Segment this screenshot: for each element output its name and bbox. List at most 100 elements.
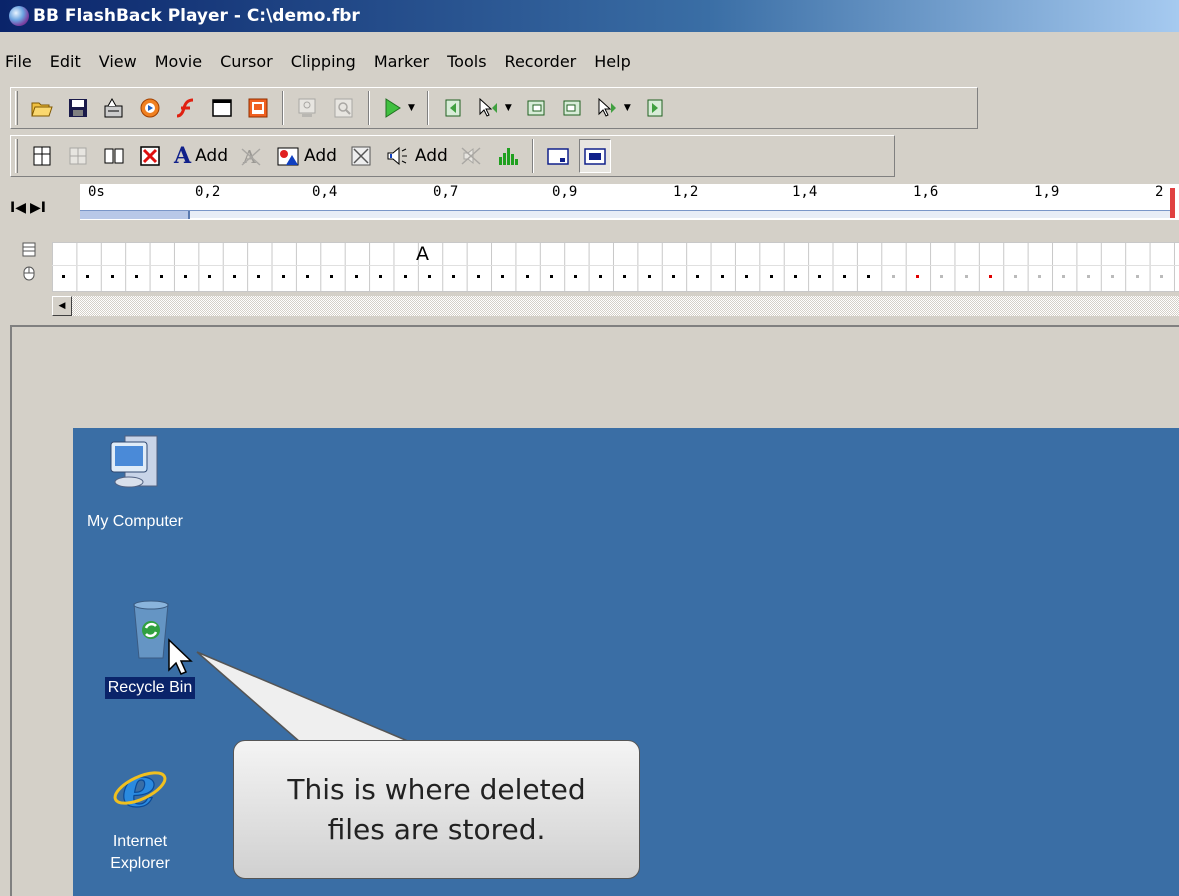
zoom-button[interactable] — [329, 91, 359, 125]
event-dot — [354, 275, 358, 278]
remove-image-button[interactable] — [346, 139, 376, 173]
delete-frame-icon — [69, 147, 87, 165]
event-dot — [647, 275, 651, 278]
add-image-label: Add — [304, 146, 337, 166]
event-dot — [1013, 275, 1017, 278]
insert-frame-button[interactable] — [27, 139, 57, 173]
go-start-icon — [445, 99, 461, 117]
flash-icon — [176, 98, 194, 118]
timeline-progress-bar[interactable] — [80, 210, 1175, 219]
view-fit-icon — [584, 148, 606, 165]
open-button[interactable] — [27, 91, 57, 125]
prev-frame-button[interactable] — [521, 91, 551, 125]
go-start-button[interactable] — [438, 91, 468, 125]
event-dot — [769, 275, 773, 278]
menu-tools[interactable]: Tools — [438, 52, 495, 71]
timeline-selection[interactable] — [80, 211, 190, 219]
play-media-button[interactable] — [135, 91, 165, 125]
view-normal-button[interactable] — [543, 139, 573, 173]
add-sound-button[interactable]: Add — [382, 139, 451, 173]
recycle-bin-desktop-icon[interactable]: Recycle Bin — [80, 596, 220, 699]
timeline-next-button[interactable]: ▶I — [30, 200, 46, 216]
toolbar-separator — [426, 91, 429, 125]
flash-export-button[interactable] — [171, 91, 201, 125]
menu-file[interactable]: File — [0, 52, 41, 71]
tick-label: 1,6 — [913, 184, 939, 200]
cursor-back-icon — [479, 97, 497, 117]
timeline-first-button[interactable]: I◀ — [10, 200, 26, 216]
main-toolbar: ▼ ▼ ▼ — [10, 87, 978, 129]
mouse-row-icon — [23, 266, 35, 281]
event-dot — [281, 275, 285, 278]
event-dot — [867, 275, 871, 278]
menu-recorder[interactable]: Recorder — [496, 52, 586, 71]
timeline-end-marker[interactable] — [1170, 188, 1175, 218]
internet-explorer-label-line2: Explorer — [110, 855, 170, 872]
remove-text-button[interactable]: A — [237, 139, 267, 173]
tick-label: 1,4 — [792, 184, 818, 200]
event-dot — [208, 275, 212, 278]
save-button[interactable] — [63, 91, 93, 125]
view-normal-icon — [547, 148, 569, 165]
remove-sound-button[interactable] — [457, 139, 487, 173]
next-frame-icon — [563, 100, 581, 116]
dropdown-arrow-icon: ▼ — [504, 103, 512, 113]
horizontal-scrollbar[interactable]: ◀ — [52, 296, 1179, 316]
event-dot — [1038, 275, 1041, 278]
delete-button[interactable] — [135, 139, 165, 173]
frames-button[interactable] — [99, 139, 129, 173]
event-dot — [135, 275, 139, 278]
event-dot — [891, 275, 895, 278]
tick-label: 2 — [1155, 184, 1164, 200]
media-player-icon — [140, 98, 160, 118]
menu-help[interactable]: Help — [585, 52, 639, 71]
powerpoint-button[interactable] — [243, 91, 273, 125]
cursor-forward-button[interactable]: ▼ — [593, 91, 634, 125]
my-computer-desktop-icon[interactable]: My Computer — [65, 428, 205, 533]
event-grid[interactable]: A — [52, 242, 1179, 292]
preview-button[interactable] — [293, 91, 323, 125]
menu-cursor[interactable]: Cursor — [211, 52, 282, 71]
window-title: BB FlashBack Player - C:\demo.fbr — [33, 6, 360, 26]
tick-label: 0,9 — [552, 184, 578, 200]
play-icon — [385, 98, 401, 118]
save-icon — [69, 99, 87, 117]
event-dot — [964, 275, 968, 278]
event-dot — [110, 275, 114, 278]
toolbar-separator — [368, 91, 370, 125]
event-dot — [159, 275, 163, 278]
menu-clipping[interactable]: Clipping — [282, 52, 365, 71]
cursor-back-button[interactable]: ▼ — [474, 91, 515, 125]
grid-row-divider — [52, 265, 1179, 266]
go-end-button[interactable] — [640, 91, 670, 125]
text-marker[interactable]: A — [416, 243, 429, 265]
menu-movie[interactable]: Movie — [146, 52, 211, 71]
menu-marker[interactable]: Marker — [365, 52, 438, 71]
preview-icon — [298, 98, 316, 117]
add-image-button[interactable]: Add — [273, 139, 340, 173]
sound-levels-button[interactable] — [493, 139, 523, 173]
next-frame-button[interactable] — [557, 91, 587, 125]
event-dot — [525, 275, 529, 278]
window-button[interactable] — [207, 91, 237, 125]
tick-label: 0,4 — [312, 184, 338, 200]
toolbar-grip[interactable] — [15, 139, 18, 173]
play-button[interactable]: ▼ — [379, 91, 418, 125]
view-fit-button[interactable] — [578, 139, 611, 173]
event-dot — [1086, 275, 1090, 278]
menu-edit[interactable]: Edit — [41, 52, 90, 71]
menu-view[interactable]: View — [90, 52, 146, 71]
delete-frame-button[interactable] — [63, 139, 93, 173]
event-dot — [1135, 275, 1139, 278]
export-button[interactable] — [99, 91, 129, 125]
toolbar-grip[interactable] — [15, 91, 18, 125]
scroll-left-button[interactable]: ◀ — [52, 296, 72, 316]
go-end-icon — [647, 99, 663, 117]
internet-explorer-desktop-icon[interactable]: e Internet Explorer — [70, 754, 210, 875]
title-bar[interactable]: BB FlashBack Player - C:\demo.fbr — [0, 0, 1179, 32]
add-text-button[interactable]: A Add — [171, 139, 231, 173]
app-icon — [9, 6, 29, 26]
toolbar-separator — [282, 91, 284, 125]
callout-bubble[interactable]: This is where deleted files are stored. — [233, 740, 640, 879]
timeline-ruler[interactable]: I◀ ▶I 0s 0,2 0,4 0,7 0,9 1,2 1,4 1,6 1,9… — [0, 180, 1179, 228]
